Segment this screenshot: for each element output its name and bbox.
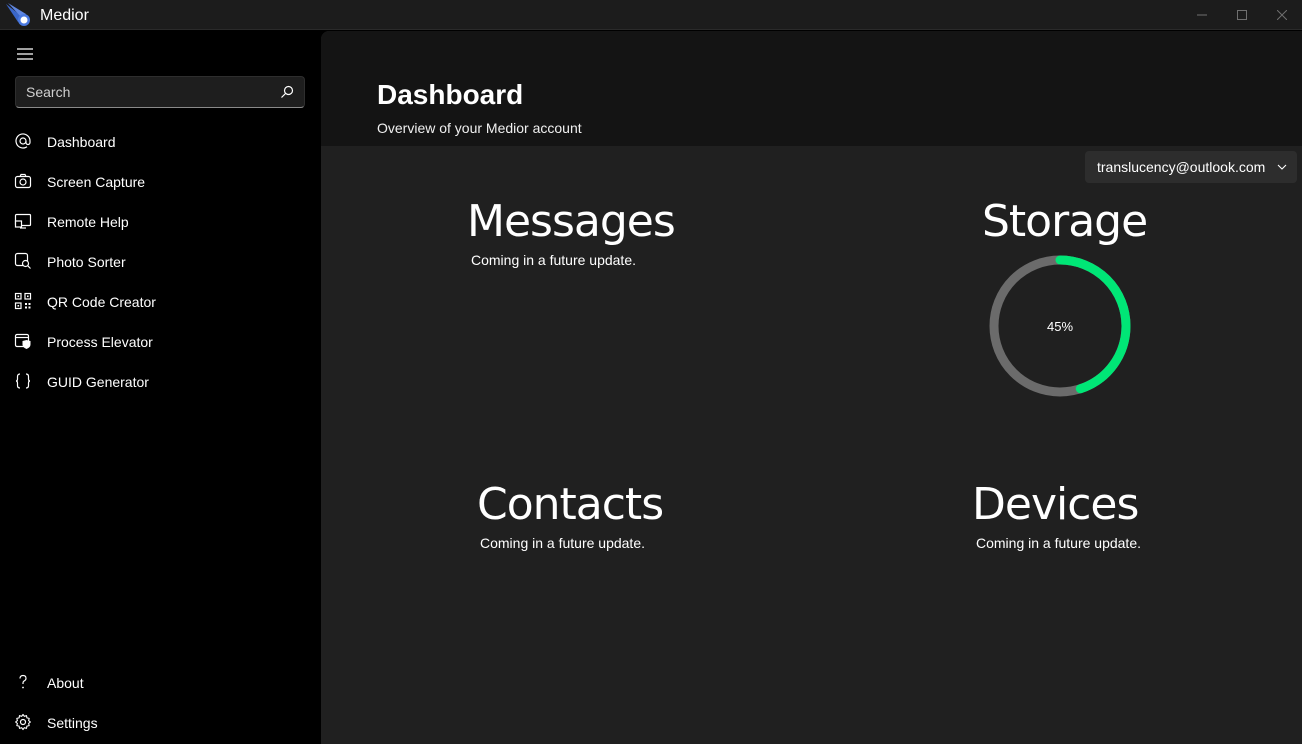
- sidebar-item-dashboard[interactable]: Dashboard: [5, 123, 315, 159]
- sidebar-item-screen-capture[interactable]: Screen Capture: [5, 163, 315, 199]
- search-box: [15, 76, 305, 108]
- sidebar-item-remote-help[interactable]: Remote Help: [5, 203, 315, 239]
- sidebar-item-label: Dashboard: [47, 134, 116, 150]
- hamburger-menu-icon[interactable]: [14, 43, 36, 65]
- storage-percent-label: 45%: [1046, 319, 1074, 334]
- messages-title: Messages: [467, 196, 676, 247]
- search-input[interactable]: [16, 77, 266, 107]
- sidebar: Dashboard Screen Capture Remote Help Pho…: [0, 31, 321, 744]
- contacts-subtitle: Coming in a future update.: [480, 535, 645, 551]
- sidebar-item-qr-code-creator[interactable]: QR Code Creator: [5, 283, 315, 319]
- sidebar-item-label: Screen Capture: [47, 174, 146, 190]
- sidebar-item-guid-generator[interactable]: GUID Generator: [5, 363, 315, 399]
- close-button[interactable]: [1262, 0, 1302, 30]
- app-logo-icon: [6, 3, 30, 26]
- sidebar-item-label: GUID Generator: [47, 374, 149, 390]
- account-dropdown[interactable]: translucency@outlook.com: [1085, 151, 1297, 183]
- main-content: Dashboard Overview of your Medior accoun…: [321, 31, 1302, 744]
- devices-subtitle: Coming in a future update.: [976, 535, 1141, 551]
- page-subtitle: Overview of your Medior account: [377, 120, 582, 136]
- question-icon: [14, 673, 32, 691]
- braces-icon: [14, 372, 32, 390]
- close-icon: [1277, 10, 1287, 20]
- messages-subtitle: Coming in a future update.: [471, 252, 636, 268]
- sidebar-item-label: Settings: [47, 715, 98, 731]
- page-title: Dashboard: [377, 79, 524, 110]
- sidebar-item-photo-sorter[interactable]: Photo Sorter: [5, 243, 315, 279]
- maximize-icon: [1237, 10, 1247, 20]
- minimize-button[interactable]: [1182, 0, 1222, 30]
- sidebar-item-about[interactable]: About: [5, 664, 315, 700]
- sidebar-item-process-elevator[interactable]: Process Elevator: [5, 323, 315, 359]
- chevron-down-icon: [1277, 164, 1287, 170]
- search-icon[interactable]: [280, 85, 294, 99]
- sidebar-item-settings[interactable]: Settings: [5, 704, 315, 740]
- devices-title: Devices: [972, 479, 1139, 530]
- contacts-title: Contacts: [477, 479, 664, 530]
- remote-icon: [14, 212, 32, 230]
- sidebar-item-label: Photo Sorter: [47, 254, 126, 270]
- shield-window-icon: [14, 332, 32, 350]
- minimize-icon: [1197, 14, 1207, 16]
- storage-title: Storage: [982, 196, 1148, 247]
- gear-icon: [14, 713, 32, 731]
- qr-code-icon: [14, 292, 32, 310]
- sidebar-item-label: About: [47, 675, 84, 691]
- sidebar-item-label: QR Code Creator: [47, 294, 156, 310]
- account-dropdown-value: translucency@outlook.com: [1097, 159, 1266, 175]
- sidebar-item-label: Remote Help: [47, 214, 129, 230]
- app-title: Medior: [40, 7, 89, 24]
- title-bar: Medior: [0, 0, 1302, 30]
- maximize-button[interactable]: [1222, 0, 1262, 30]
- photo-search-icon: [14, 252, 32, 270]
- page-header: Dashboard Overview of your Medior accoun…: [321, 31, 1302, 146]
- at-icon: [14, 132, 32, 150]
- camera-icon: [14, 172, 32, 190]
- sidebar-item-label: Process Elevator: [47, 334, 153, 350]
